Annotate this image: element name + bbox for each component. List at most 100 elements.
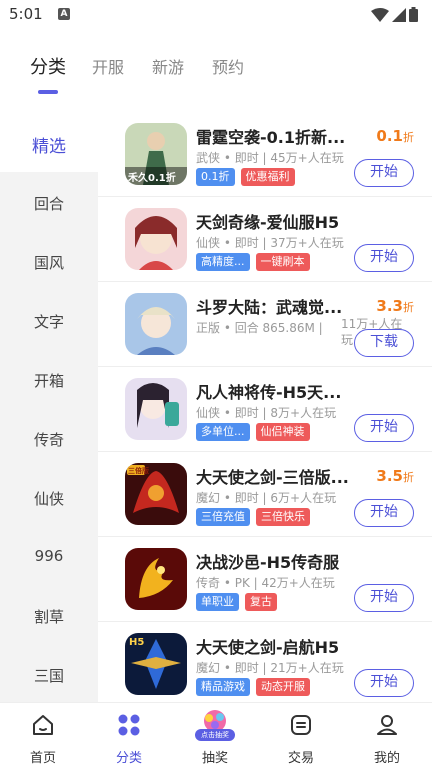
game-artwork-icon <box>125 548 187 610</box>
game-row[interactable]: 禾久0.1折 雷霆空袭-0.1折新... 武侠 • 即时 | 45万+人在玩 0… <box>98 112 432 197</box>
game-title: 凡人神将传-H5天... <box>196 383 342 402</box>
game-title: 大天使之剑-启航H5 <box>196 638 340 657</box>
game-tag: 仙侣神装 <box>255 423 310 441</box>
nav-home[interactable]: 首页 <box>0 703 86 768</box>
sidebar-item-text[interactable]: 文字 <box>0 311 98 332</box>
status-time: 5:01 <box>9 5 43 23</box>
game-row[interactable]: H5 大天使之剑-启航H5 魔幻 • 即时 | 21万+人在玩 精品游戏 动态开… <box>98 622 432 702</box>
game-icon-caption: H5 <box>129 637 145 648</box>
nav-category[interactable]: 分类 <box>86 703 172 768</box>
tab-reservation[interactable]: 预约 <box>212 54 244 78</box>
category-sidebar: 精选 回合 国风 文字 开箱 传奇 仙侠 996 割草 三国 <box>0 112 98 702</box>
discount-label: 0.1折 <box>376 127 414 145</box>
game-tag: 高精度... <box>196 253 250 271</box>
game-artwork-icon <box>125 208 187 270</box>
game-meta: 魔幻 • 即时 | 6万+人在玩 <box>196 491 337 505</box>
game-title: 天剑奇缘-爱仙服H5 <box>196 213 340 232</box>
start-button[interactable]: 开始 <box>354 414 414 442</box>
game-meta: 武侠 • 即时 | 45万+人在玩 <box>196 151 344 165</box>
download-button[interactable]: 下载 <box>354 329 414 357</box>
wifi-icon <box>371 7 389 22</box>
discount-label: 3.5折 <box>376 467 414 485</box>
status-indicators <box>371 7 418 22</box>
profile-icon <box>377 715 397 735</box>
nav-trade[interactable]: 交易 <box>258 703 344 768</box>
bottom-nav: 首页 分类 点击抽奖 抽奖 交易 我的 <box>0 702 432 768</box>
game-icon-caption: 三倍版 <box>128 467 149 475</box>
game-tag: 多单位... <box>196 423 250 441</box>
nav-profile-label: 我的 <box>373 751 400 766</box>
game-icon: 三倍版 <box>125 463 187 525</box>
game-icon <box>125 548 187 610</box>
sidebar-item-chinese-style[interactable]: 国风 <box>0 252 98 273</box>
game-tags: 多单位... 仙侣神装 <box>196 423 310 441</box>
game-tags: 0.1折 优惠福利 <box>196 168 295 186</box>
game-tag: 动态开服 <box>256 678 310 696</box>
game-meta: 传奇 • PK | 42万+人在玩 <box>196 576 335 590</box>
sidebar-item-turn-based[interactable]: 回合 <box>0 193 98 214</box>
game-tag: 三倍快乐 <box>256 508 310 526</box>
category-icon <box>118 714 140 736</box>
notification-icon: A <box>58 8 70 20</box>
nav-lottery-label: 抽奖 <box>201 751 228 766</box>
game-tag: 单职业 <box>196 593 239 611</box>
active-tab-indicator <box>38 90 58 94</box>
tab-category[interactable]: 分类 <box>30 53 66 79</box>
start-button[interactable]: 开始 <box>354 499 414 527</box>
game-tags: 三倍充值 三倍快乐 <box>196 508 310 526</box>
lottery-badge: 点击抽奖 <box>195 729 235 741</box>
tab-new-games[interactable]: 新游 <box>152 54 184 78</box>
game-row[interactable]: 决战沙邑-H5传奇服 传奇 • PK | 42万+人在玩 单职业 复古 开始 <box>98 537 432 622</box>
game-icon: 禾久0.1折 <box>125 123 187 185</box>
start-button[interactable]: 开始 <box>354 159 414 187</box>
game-row[interactable]: 斗罗大陆：武魂觉... 正版 • 回合 865.86M | 11万+人在玩 3.… <box>98 282 432 367</box>
nav-category-label: 分类 <box>115 751 142 766</box>
top-tab-bar: 分类 开服 新游 预约 <box>0 50 432 98</box>
home-icon <box>33 715 53 735</box>
game-meta: 仙侠 • 即时 | 8万+人在玩 <box>196 406 337 420</box>
game-icon <box>125 208 187 270</box>
start-button[interactable]: 开始 <box>354 244 414 272</box>
game-meta: 正版 • 回合 865.86M | <box>196 321 323 335</box>
game-icon-caption: 禾久0.1折 <box>128 173 176 184</box>
game-icon: H5 <box>125 633 187 695</box>
game-tag: 一键刷本 <box>255 253 310 271</box>
sidebar-item-box-opening[interactable]: 开箱 <box>0 370 98 391</box>
sidebar-item-mowing[interactable]: 割草 <box>0 606 98 627</box>
game-title: 决战沙邑-H5传奇服 <box>196 553 340 572</box>
game-meta: 魔幻 • 即时 | 21万+人在玩 <box>196 661 344 675</box>
battery-icon <box>409 7 418 22</box>
game-icon <box>125 378 187 440</box>
sidebar-item-xianxia[interactable]: 仙侠 <box>0 488 98 509</box>
sidebar-item-legend[interactable]: 传奇 <box>0 429 98 450</box>
game-row[interactable]: 凡人神将传-H5天... 仙侠 • 即时 | 8万+人在玩 多单位... 仙侣神… <box>98 367 432 452</box>
game-title: 斗罗大陆：武魂觉... <box>196 298 343 317</box>
game-row[interactable]: 三倍版 大天使之剑-三倍版... 魔幻 • 即时 | 6万+人在玩 三倍充值 三… <box>98 452 432 537</box>
start-button[interactable]: 开始 <box>354 584 414 612</box>
nav-lottery[interactable]: 点击抽奖 抽奖 <box>172 703 258 768</box>
status-bar: 5:01 A <box>0 0 432 30</box>
game-icon <box>125 293 187 355</box>
signal-icon <box>392 7 406 22</box>
sidebar-item-three-kingdoms[interactable]: 三国 <box>0 665 98 686</box>
game-tag: 精品游戏 <box>196 678 250 696</box>
game-tag: 0.1折 <box>196 168 235 186</box>
sidebar-item-996[interactable]: 996 <box>0 547 98 565</box>
sidebar-item-featured[interactable]: 精选 <box>0 132 98 157</box>
game-tags: 精品游戏 动态开服 <box>196 678 310 696</box>
game-tag: 三倍充值 <box>196 508 250 526</box>
game-row[interactable]: 天剑奇缘-爱仙服H5 仙侠 • 即时 | 37万+人在玩 高精度... 一键刷本… <box>98 197 432 282</box>
start-button[interactable]: 开始 <box>354 669 414 697</box>
game-title: 雷霆空袭-0.1折新... <box>196 128 346 147</box>
game-artwork-icon <box>125 378 187 440</box>
game-meta: 仙侠 • 即时 | 37万+人在玩 <box>196 236 344 250</box>
discount-label: 3.3折 <box>376 297 414 315</box>
game-list: 禾久0.1折 雷霆空袭-0.1折新... 武侠 • 即时 | 45万+人在玩 0… <box>98 112 432 702</box>
tab-server-open[interactable]: 开服 <box>92 54 124 78</box>
game-title: 大天使之剑-三倍版... <box>196 468 349 487</box>
nav-home-label: 首页 <box>29 751 56 766</box>
game-tags: 高精度... 一键刷本 <box>196 253 310 271</box>
nav-trade-label: 交易 <box>287 751 314 766</box>
game-tags: 单职业 复古 <box>196 593 277 611</box>
nav-profile[interactable]: 我的 <box>344 703 430 768</box>
